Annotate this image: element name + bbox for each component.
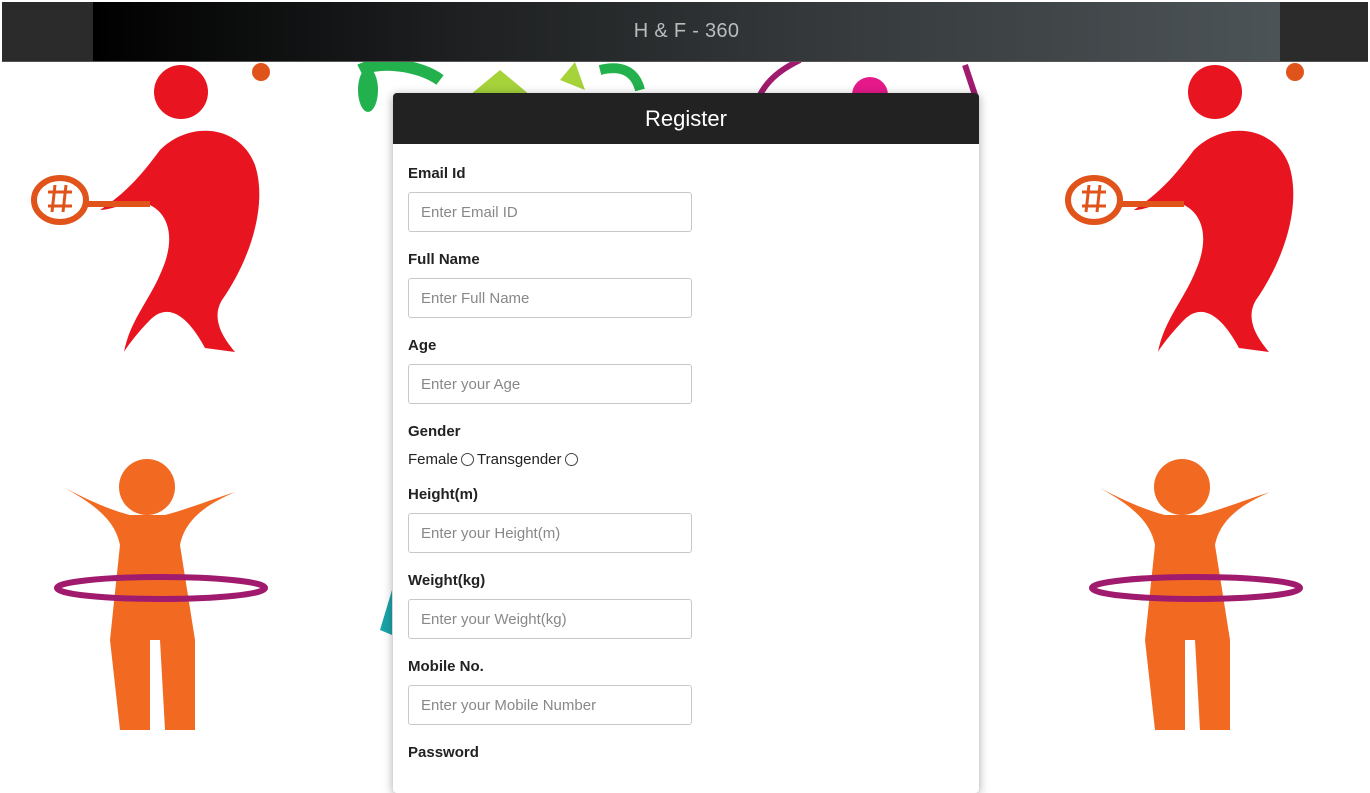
age-input[interactable] [408, 364, 692, 404]
app-title: H & F - 360 [633, 20, 740, 42]
password-label: Password [408, 744, 479, 761]
weight-input[interactable] [408, 599, 692, 639]
age-group: Age [408, 336, 979, 404]
red-racket-figure-left [31, 63, 270, 352]
gender-options: Female Transgender [408, 451, 979, 468]
mobile-group: Mobile No. [408, 657, 979, 725]
full-name-input[interactable] [408, 278, 692, 318]
height-input[interactable] [408, 513, 692, 553]
navbar-title-area: H & F - 360 [93, 2, 1280, 61]
mobile-input[interactable] [408, 685, 692, 725]
email-group: Email Id [408, 164, 979, 232]
orange-hoop-figure-right [1089, 459, 1303, 730]
weight-label: Weight(kg) [408, 572, 486, 589]
gender-label: Gender [408, 423, 461, 440]
height-label: Height(m) [408, 486, 478, 503]
password-group: Password [408, 743, 979, 763]
gender-radio-transgender[interactable] [564, 453, 578, 466]
full-name-group: Full Name [408, 250, 979, 318]
gender-option-female-label: Female [408, 451, 459, 468]
weight-group: Weight(kg) [408, 571, 979, 639]
gender-radio-female[interactable] [461, 453, 475, 466]
gender-group: Gender Female Transgender [408, 422, 979, 468]
gender-option-transgender-label: Transgender [477, 451, 562, 468]
register-header: Register [393, 93, 979, 144]
red-racket-figure-right [1065, 63, 1304, 352]
height-group: Height(m) [408, 485, 979, 553]
top-navbar: H & F - 360 [2, 2, 1368, 62]
full-name-label: Full Name [408, 251, 480, 268]
register-form: Email Id Full Name Age Gender Female Tra… [393, 144, 979, 763]
mobile-label: Mobile No. [408, 658, 484, 675]
email-label: Email Id [408, 165, 466, 182]
orange-hoop-figure-left [54, 459, 268, 730]
register-card: Register Email Id Full Name Age Gender F… [393, 93, 979, 793]
age-label: Age [408, 337, 437, 354]
register-title: Register [645, 105, 727, 131]
email-input[interactable] [408, 192, 692, 232]
